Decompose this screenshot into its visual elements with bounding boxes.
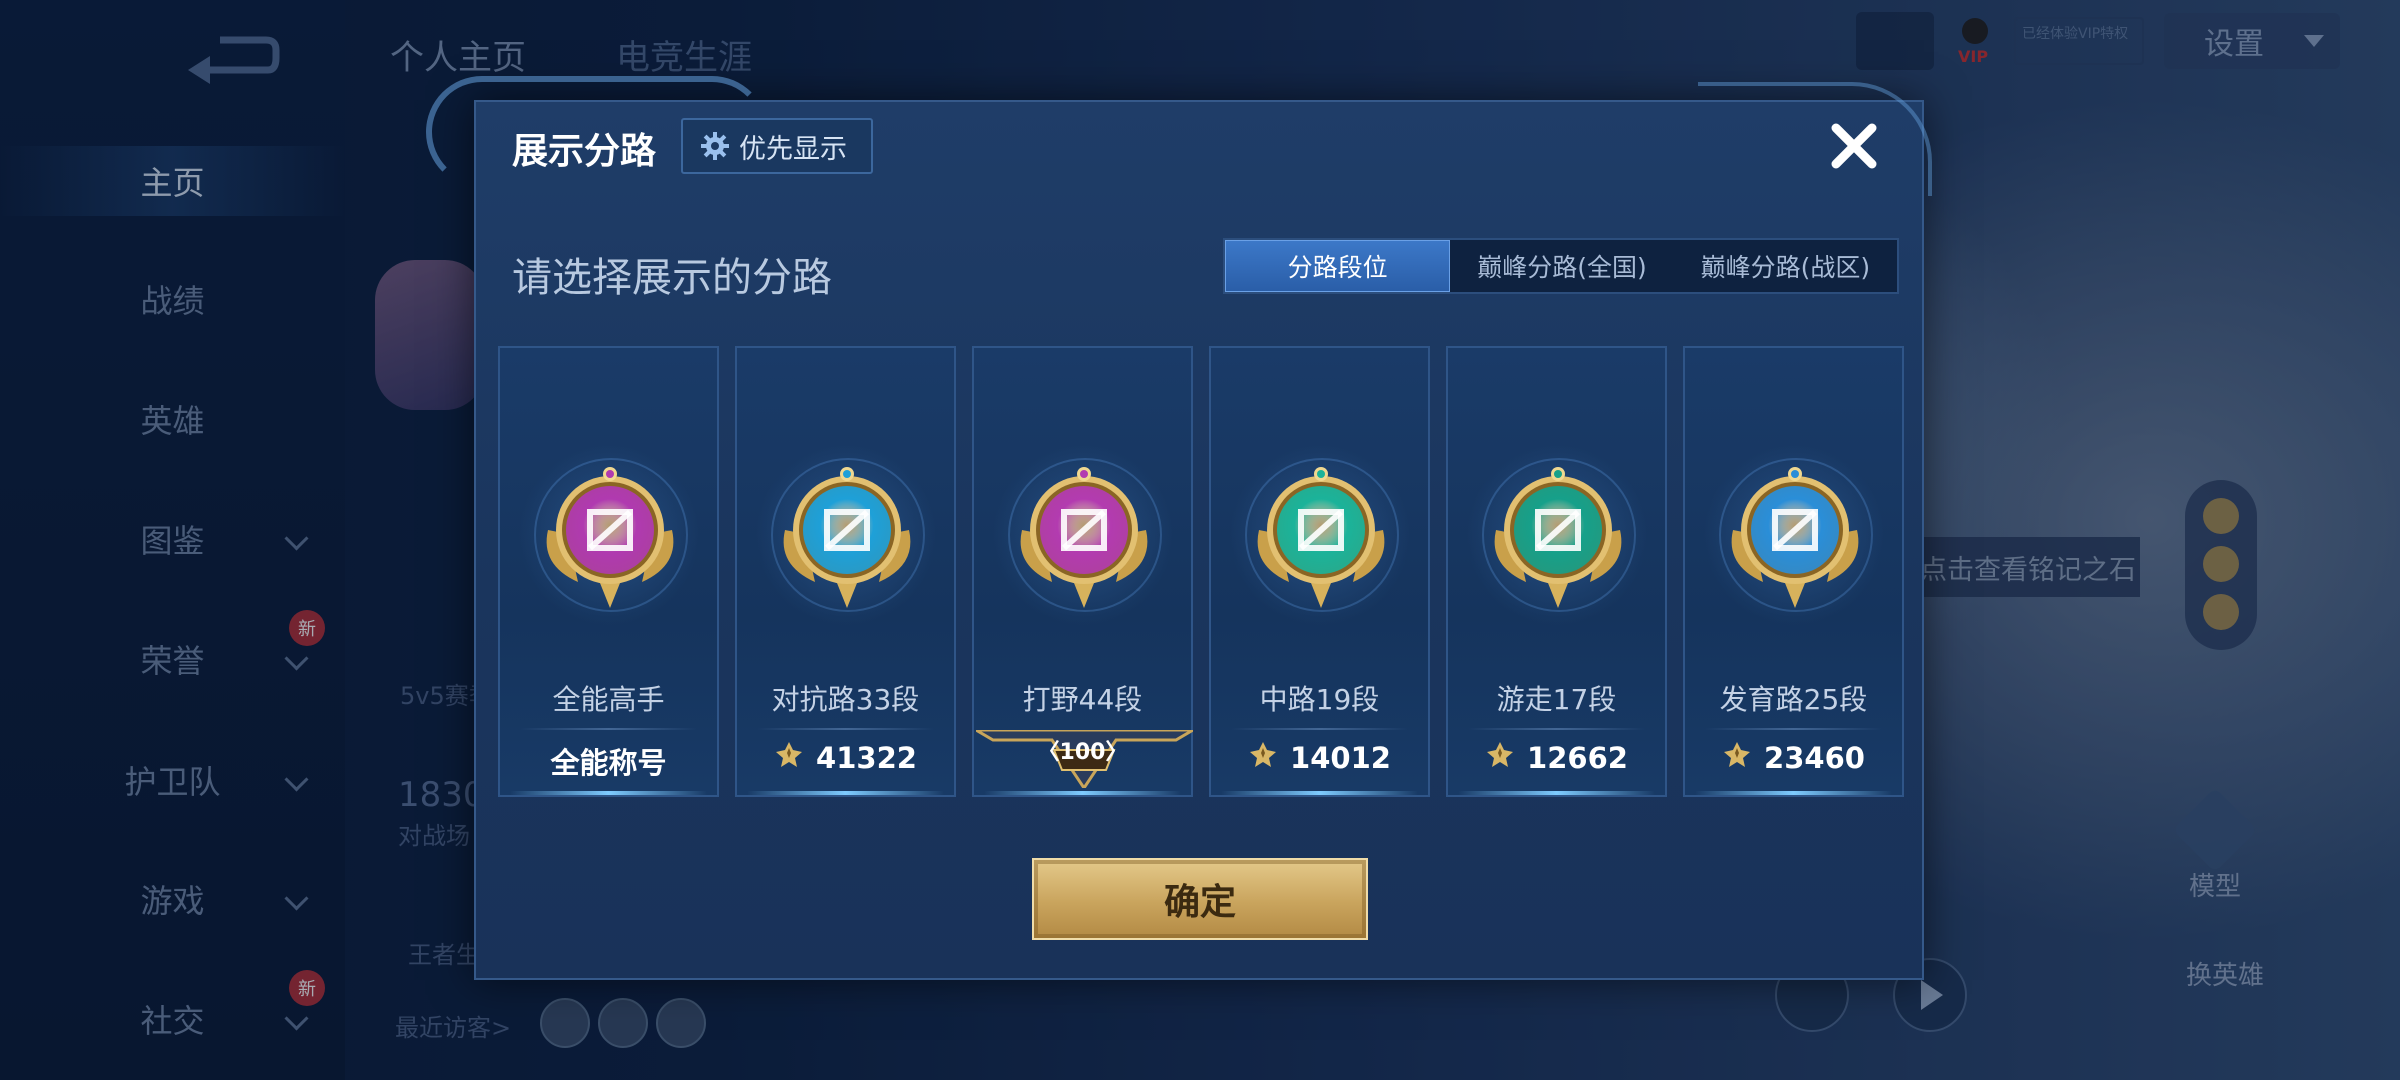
dialog-title: 展示分路 xyxy=(512,131,657,172)
points-value: 23460 xyxy=(1764,740,1865,775)
lane-card-5[interactable]: 发育路25段 23460 xyxy=(1683,346,1904,797)
lane-card-4[interactable]: 游走17段 12662 xyxy=(1446,346,1667,797)
lane-points: 41322 xyxy=(737,740,954,775)
lane-points: 12662 xyxy=(1448,740,1665,775)
lane-rank-name: 全能高手 xyxy=(552,683,665,716)
close-icon[interactable] xyxy=(1824,116,1884,176)
priority-display-button[interactable]: 优先显示 xyxy=(681,118,873,174)
lane-rank-name: 游走17段 xyxy=(1496,683,1617,716)
points-icon xyxy=(1248,740,1278,775)
lane-rank-name: 发育路25段 xyxy=(1719,683,1868,716)
lane-display-dialog: 展示分路 优先显示 请选择展示的分路 分路段位 巅峰分路(全国) 巅峰分路(战区) xyxy=(426,76,1932,980)
points-value: 14012 xyxy=(1290,740,1391,775)
priority-display-label: 优先显示 xyxy=(739,133,847,165)
lane-card-3[interactable]: 中路19段 14012 xyxy=(1209,346,1430,797)
lane-cards: 全能高手 全能称号 对抗路33段 41322 打野44段 〈100〉 中路19段… xyxy=(498,346,1904,797)
divider xyxy=(1231,728,1408,730)
lane-rank-name: 中路19段 xyxy=(1259,683,1380,716)
gear-icon xyxy=(701,132,729,160)
lane-points: 14012 xyxy=(1211,740,1428,775)
clash-lane-badge-icon xyxy=(775,460,919,610)
level-value: 〈100〉 xyxy=(1037,740,1128,765)
tab-segment-1[interactable]: 巅峰分路(全国) xyxy=(1450,240,1673,292)
decor-swirl xyxy=(1698,82,1932,196)
mid-lane-badge-icon xyxy=(1249,460,1393,610)
points-icon xyxy=(1485,740,1515,775)
allround-badge-icon xyxy=(538,460,682,610)
lane-card-0[interactable]: 全能高手 全能称号 xyxy=(498,346,719,797)
confirm-button[interactable]: 确定 xyxy=(1032,858,1368,940)
divider xyxy=(520,728,697,730)
title-value: 全能称号 xyxy=(550,746,667,780)
divider xyxy=(757,728,934,730)
lane-card-2[interactable]: 打野44段 〈100〉 xyxy=(972,346,1193,797)
points-icon xyxy=(774,740,804,775)
points-icon xyxy=(1722,740,1752,775)
divider xyxy=(1705,728,1882,730)
jungle-badge-icon xyxy=(1012,460,1156,610)
lane-rank-name: 打野44段 xyxy=(1022,683,1143,716)
select-lane-prompt: 请选择展示的分路 xyxy=(512,255,832,301)
divider xyxy=(1468,728,1645,730)
lane-card-1[interactable]: 对抗路33段 41322 xyxy=(735,346,956,797)
lane-filter-tabs: 分路段位 巅峰分路(全国) 巅峰分路(战区) xyxy=(1223,238,1899,294)
tab-segment-2[interactable]: 巅峰分路(战区) xyxy=(1674,240,1897,292)
points-value: 12662 xyxy=(1527,740,1628,775)
lane-points: 23460 xyxy=(1685,740,1902,775)
farm-lane-badge-icon xyxy=(1723,460,1867,610)
lane-rank-name: 对抗路33段 xyxy=(771,683,920,716)
roam-badge-icon xyxy=(1486,460,1630,610)
points-value: 41322 xyxy=(816,740,917,775)
tab-segment-0[interactable]: 分路段位 xyxy=(1225,240,1451,292)
confirm-label: 确定 xyxy=(1163,882,1236,923)
